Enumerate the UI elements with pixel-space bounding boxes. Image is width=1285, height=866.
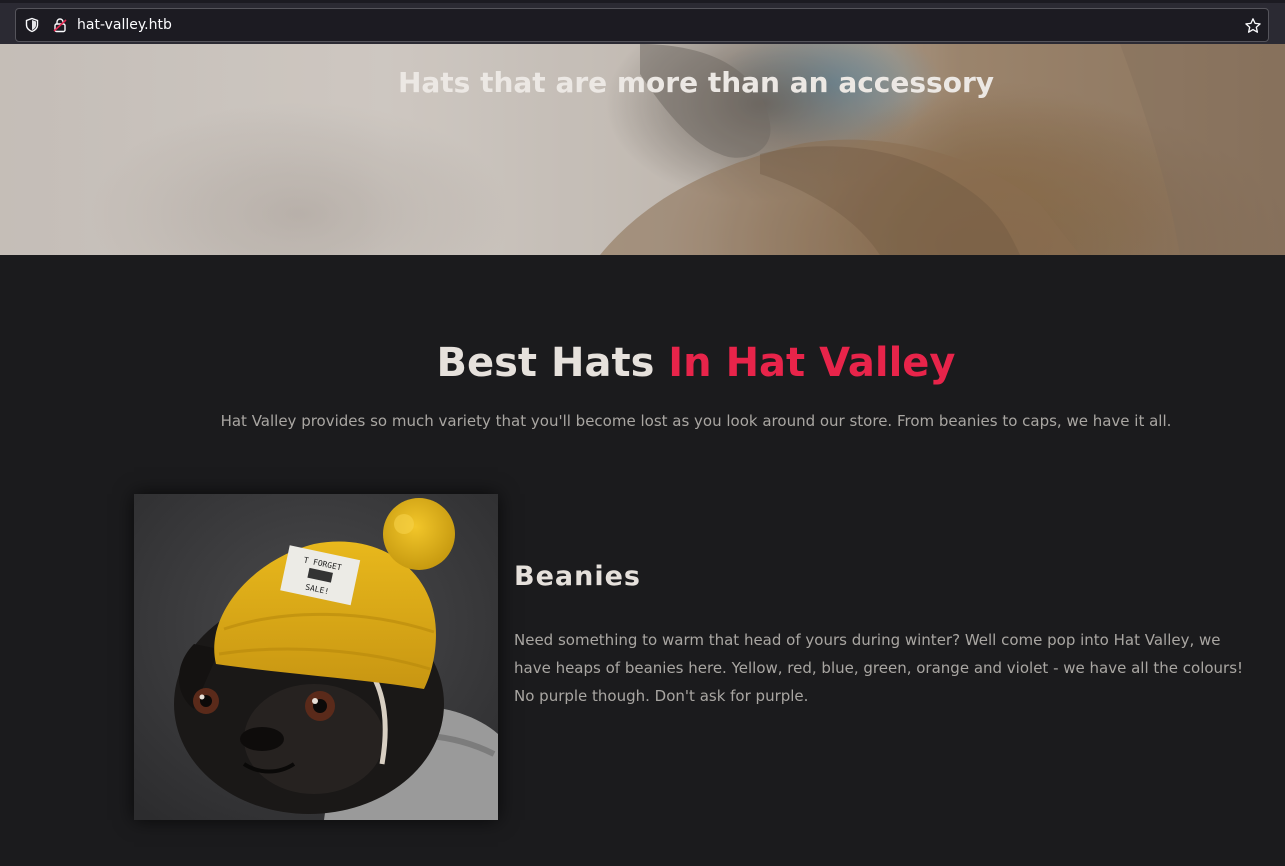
- hero-title: Hats that are more than an accessory: [397, 66, 995, 99]
- section-title-accent: In Hat Valley: [668, 340, 956, 386]
- hero-banner: Hats that are more than an accessory: [0, 44, 1285, 255]
- product-description: Need something to warm that head of your…: [514, 631, 1244, 705]
- address-bar[interactable]: hat-valley.htb: [15, 8, 1269, 42]
- bookmark-star-icon[interactable]: [1244, 17, 1262, 35]
- browser-toolbar: hat-valley.htb: [0, 0, 1285, 44]
- section-title: Best Hats In Hat Valley: [0, 340, 1285, 386]
- product-title: Beanies: [514, 561, 641, 592]
- tracking-protection-shield-icon[interactable]: [24, 17, 40, 33]
- insecure-lock-icon[interactable]: [52, 17, 68, 33]
- section-title-main: Best Hats: [436, 340, 669, 386]
- url-text[interactable]: hat-valley.htb: [77, 17, 172, 34]
- section-subtitle: Hat Valley provides so much variety that…: [220, 412, 1172, 430]
- beanie-pug-image: T FORGET SALE!: [134, 494, 498, 820]
